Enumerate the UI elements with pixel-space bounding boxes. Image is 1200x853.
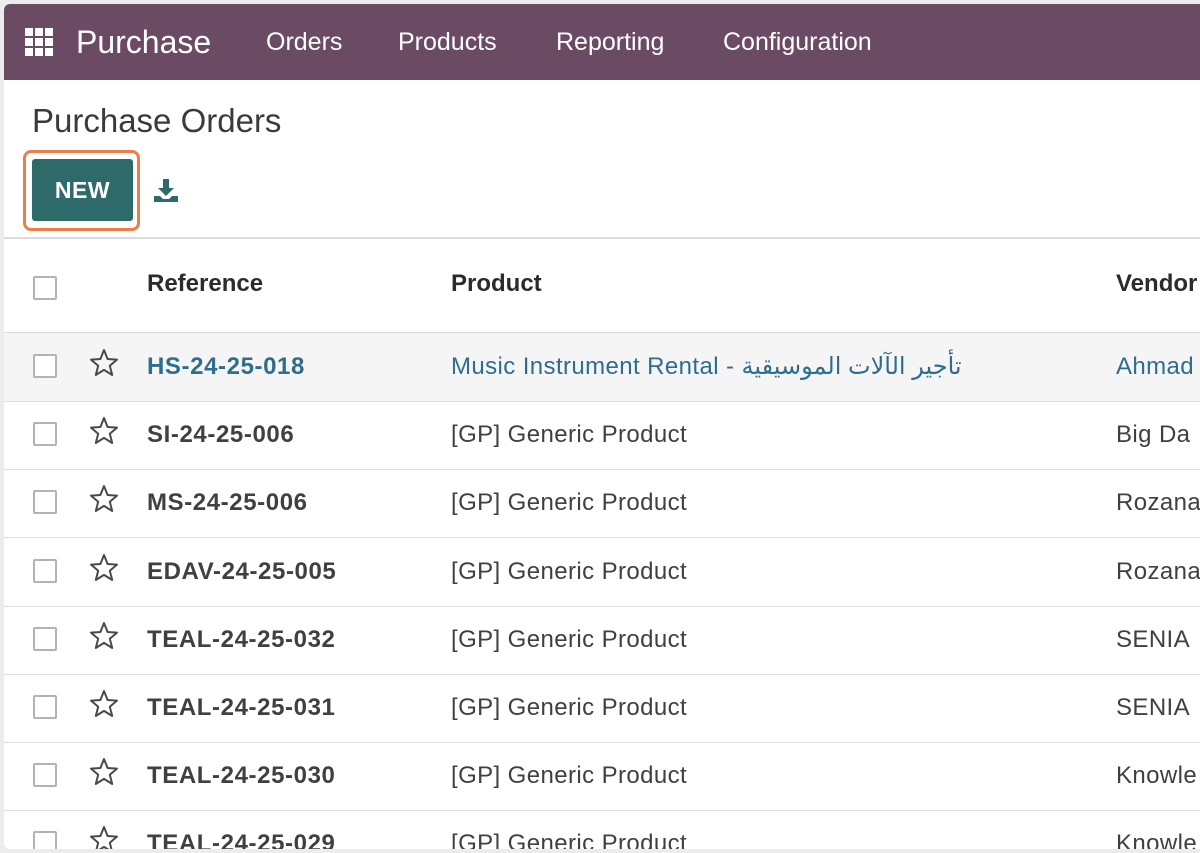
grid-apps-icon[interactable] — [25, 28, 53, 56]
product-cell: [GP] Generic Product — [451, 557, 688, 585]
reference-cell: SI-24-25-006 — [147, 421, 295, 449]
reference-cell: TEAL-24-25-030 — [147, 762, 336, 790]
product-cell: [GP] Generic Product — [451, 421, 688, 449]
star-icon[interactable] — [88, 483, 120, 515]
table-row[interactable]: SI-24-25-006 [GP] Generic Product Big Da — [4, 401, 1200, 471]
star-icon[interactable] — [88, 824, 120, 849]
star-icon[interactable] — [88, 756, 120, 788]
star-icon[interactable] — [88, 552, 120, 584]
reference-cell: TEAL-24-25-031 — [147, 694, 336, 721]
star-icon[interactable] — [88, 415, 120, 447]
star-icon[interactable] — [88, 688, 120, 720]
row-checkbox[interactable] — [33, 831, 57, 849]
download-icon[interactable] — [152, 176, 180, 204]
row-checkbox[interactable] — [33, 695, 57, 719]
menu-orders[interactable]: Orders — [266, 27, 342, 57]
page-title: Purchase Orders — [32, 102, 282, 139]
reference-cell: EDAV-24-25-005 — [147, 557, 337, 585]
column-header-reference[interactable]: Reference — [147, 269, 263, 299]
menu-reporting[interactable]: Reporting — [556, 27, 664, 57]
new-button[interactable]: NEW — [32, 159, 133, 221]
top-navbar: Purchase Orders Products Reporting Confi… — [4, 4, 1200, 80]
reference-cell: TEAL-24-25-032 — [147, 625, 336, 653]
menu-products[interactable]: Products — [398, 27, 497, 57]
vendor-cell: Knowle — [1116, 830, 1198, 849]
vendor-cell[interactable]: Ahmad — [1116, 352, 1194, 382]
table-row[interactable]: TEAL-24-25-029 [GP] Generic Product Knowle — [4, 810, 1200, 849]
row-checkbox[interactable] — [33, 626, 57, 651]
table-row[interactable]: TEAL-24-25-030 [GP] Generic Product Knowle — [4, 742, 1200, 812]
table-row[interactable]: EDAV-24-25-005 [GP] Generic Product Rozana — [4, 538, 1200, 607]
vendor-cell: Rozana — [1116, 557, 1200, 585]
app-window: Purchase Orders Products Reporting Confi… — [4, 4, 1200, 849]
table-row[interactable]: TEAL-24-25-031 [GP] Generic Product SENIA — [4, 674, 1200, 743]
reference-cell: TEAL-24-25-029 — [147, 830, 336, 849]
vendor-cell: Knowle — [1116, 762, 1198, 790]
product-cell: [GP] Generic Product — [451, 489, 688, 517]
row-checkbox[interactable] — [33, 422, 57, 447]
column-header-vendor[interactable]: Vendor — [1116, 269, 1197, 299]
reference-cell: MS-24-25-006 — [147, 489, 308, 517]
table-row[interactable]: MS-24-25-006 [GP] Generic Product Rozana — [4, 469, 1200, 539]
row-checkbox[interactable] — [33, 354, 57, 378]
vendor-cell: Big Da — [1116, 421, 1191, 449]
star-icon[interactable] — [88, 347, 120, 379]
menu-configuration[interactable]: Configuration — [723, 27, 872, 57]
select-all-checkbox[interactable] — [33, 276, 57, 300]
vendor-cell: SENIA — [1116, 625, 1191, 653]
app-name[interactable]: Purchase — [76, 22, 211, 62]
product-cell: [GP] Generic Product — [451, 830, 688, 849]
product-cell: [GP] Generic Product — [451, 694, 688, 721]
row-checkbox[interactable] — [33, 763, 57, 788]
row-checkbox[interactable] — [33, 490, 57, 515]
table-row[interactable]: TEAL-24-25-032 [GP] Generic Product SENIA — [4, 606, 1200, 675]
vendor-cell: SENIA — [1116, 694, 1191, 721]
reference-cell: HS-24-25-018 — [147, 353, 305, 380]
product-cell[interactable]: Music Instrument Rental - تأجير الآلات ا… — [451, 352, 962, 382]
table-header: Reference Product Vendor — [4, 239, 1200, 333]
product-cell: [GP] Generic Product — [451, 625, 688, 653]
product-cell: [GP] Generic Product — [451, 762, 688, 790]
vendor-cell: Rozana — [1116, 489, 1200, 517]
star-icon[interactable] — [88, 620, 120, 652]
column-header-product[interactable]: Product — [451, 269, 542, 299]
table-row[interactable]: HS-24-25-018 Music Instrument Rental - تأ… — [4, 333, 1200, 402]
row-checkbox[interactable] — [33, 558, 57, 583]
